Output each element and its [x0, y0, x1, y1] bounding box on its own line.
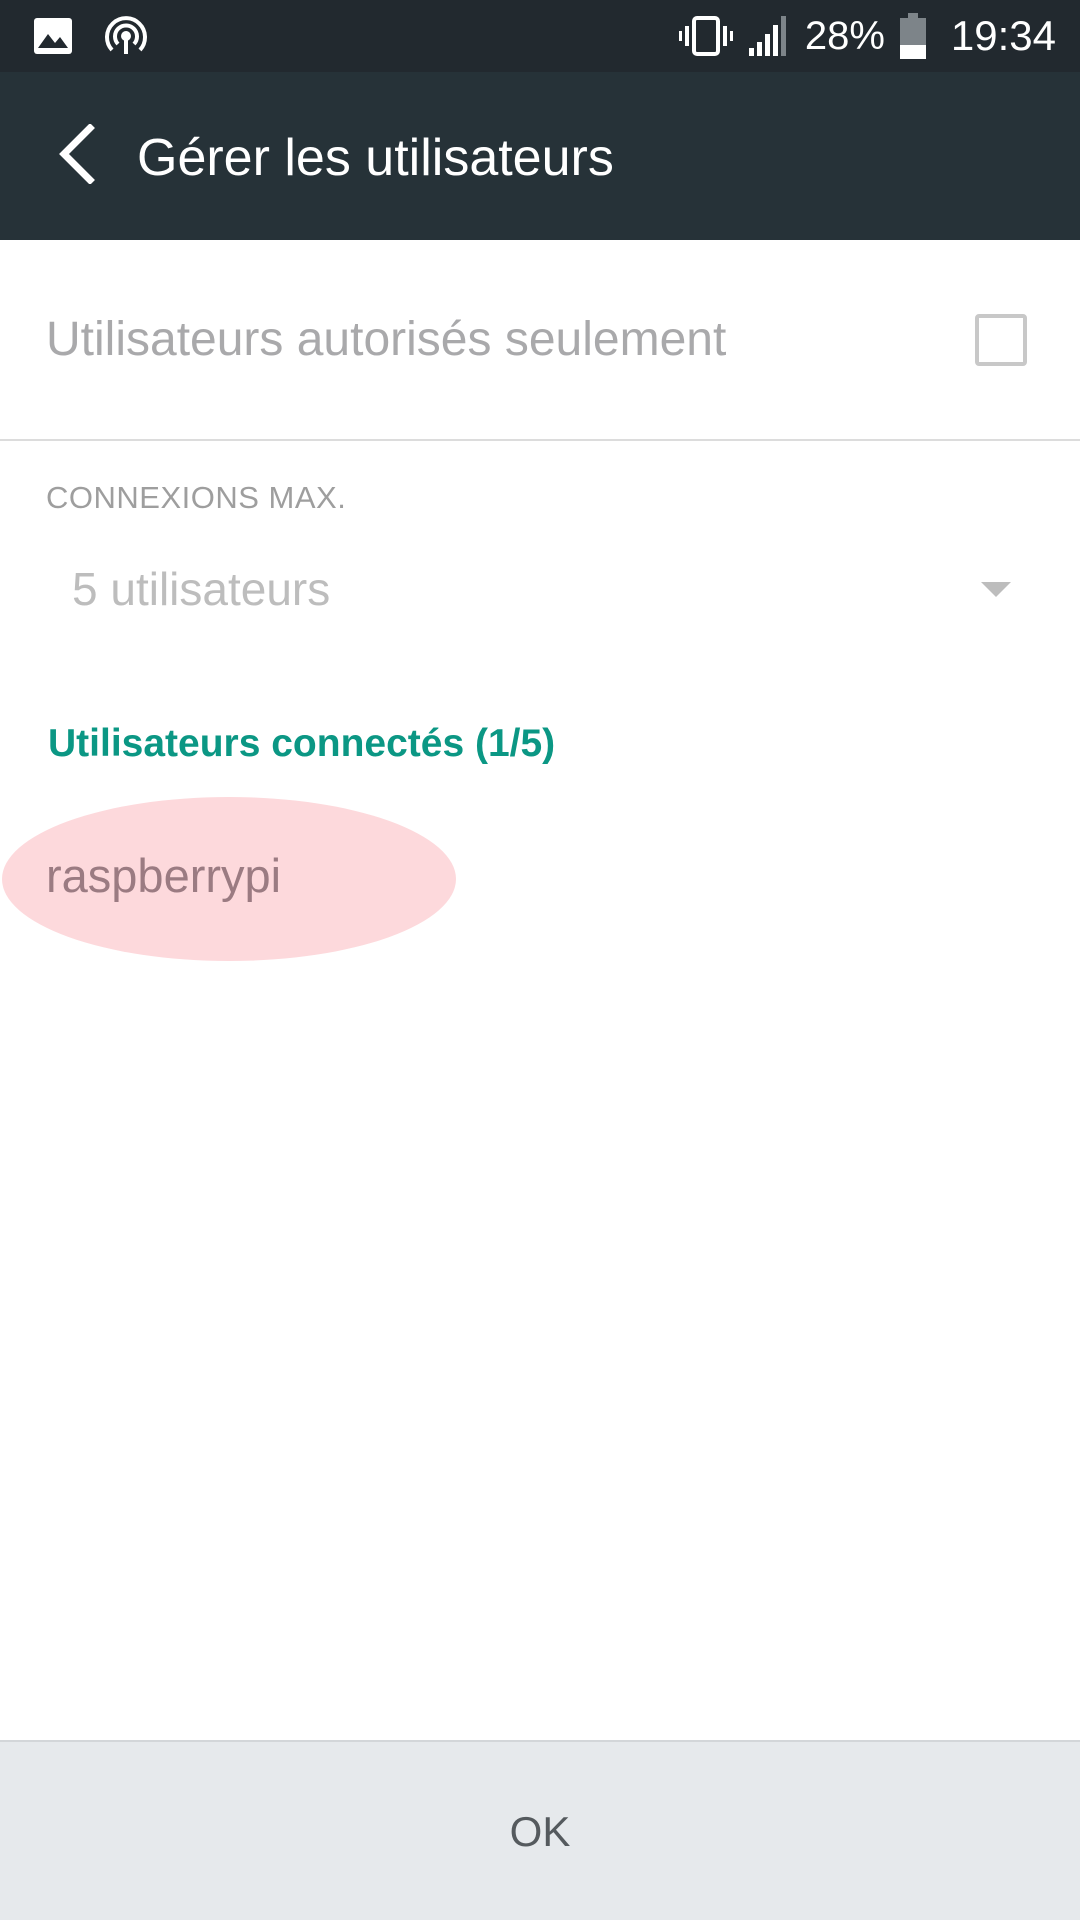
- max-connections-dropdown[interactable]: 5 utilisateurs: [46, 548, 1026, 628]
- list-item[interactable]: raspberrypi: [46, 848, 281, 903]
- page-title: Gérer les utilisateurs: [137, 129, 614, 187]
- back-button[interactable]: [36, 116, 116, 196]
- dropdown-arrow-icon: [981, 582, 1011, 603]
- battery-icon: [899, 13, 927, 59]
- max-connections-value: 5 utilisateurs: [72, 563, 331, 615]
- authorized-only-row[interactable]: Utilisateurs autorisés seulement: [0, 240, 1080, 440]
- app-bar: Gérer les utilisateurs: [0, 72, 1080, 240]
- connected-users-header: Utilisateurs connectés (1/5): [48, 722, 556, 765]
- battery-percent: 28%: [804, 13, 885, 58]
- authorized-only-checkbox[interactable]: [975, 314, 1027, 366]
- bottom-bar: OK: [0, 1740, 1080, 1920]
- max-connections-label: CONNEXIONS MAX.: [46, 480, 347, 515]
- chevron-left-icon: [54, 122, 98, 189]
- status-left-icons: [32, 14, 148, 58]
- clock: 19:34: [950, 12, 1056, 59]
- divider: [0, 439, 1080, 441]
- screen: 28% 19:34 Gérer les utilisateurs Utilisa…: [0, 0, 1080, 1920]
- status-bar: 28% 19:34: [0, 0, 1080, 72]
- status-right-icons: 28% 19:34: [678, 8, 1056, 64]
- image-icon: [32, 16, 74, 56]
- vibrate-icon: [678, 14, 733, 58]
- authorized-only-label: Utilisateurs autorisés seulement: [46, 313, 727, 366]
- signal-icon: [747, 14, 791, 58]
- hotspot-icon: [104, 14, 148, 58]
- ok-button[interactable]: OK: [0, 1742, 1080, 1920]
